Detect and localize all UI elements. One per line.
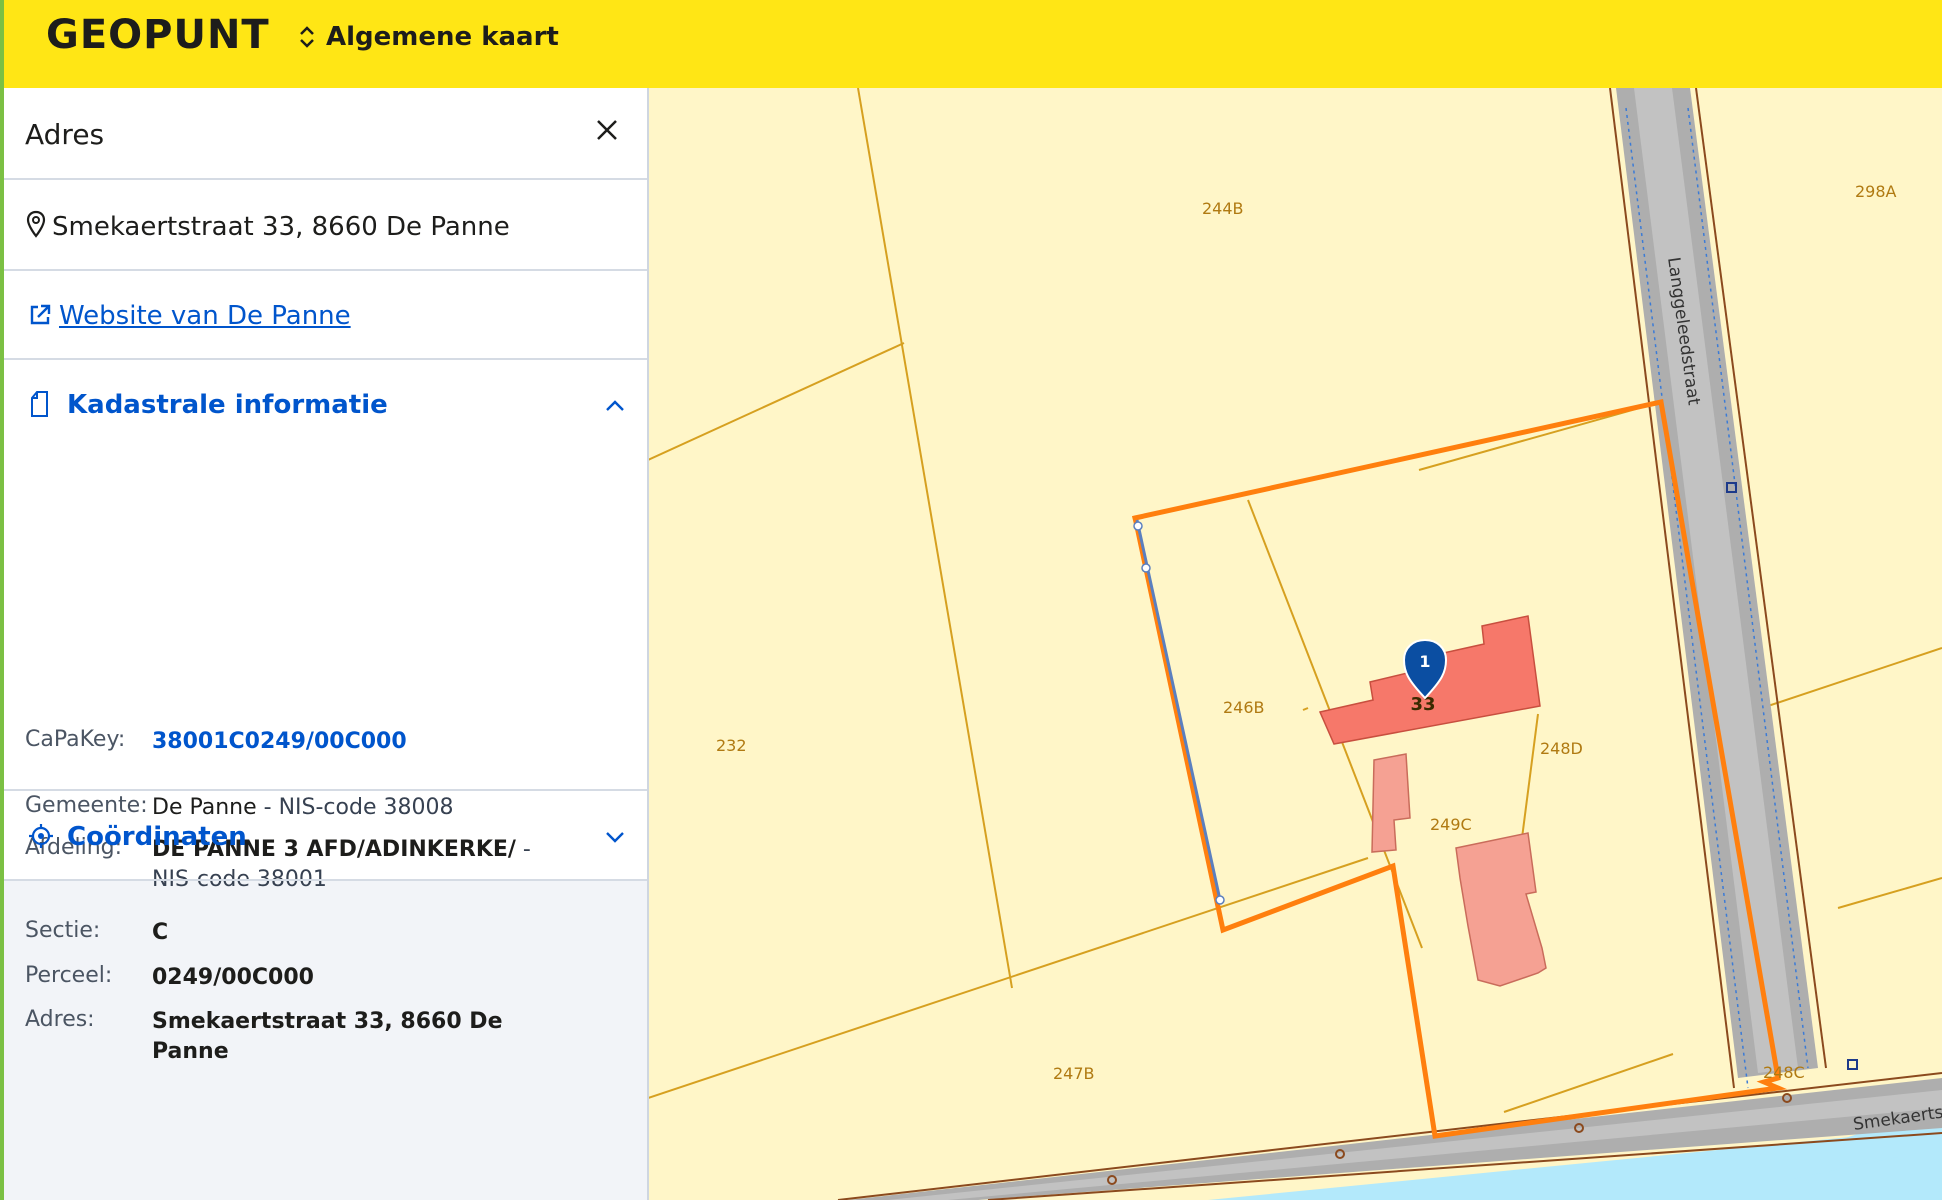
- marker-number: 1: [1419, 652, 1430, 671]
- left-edge-strip: [0, 0, 4, 1200]
- website-link[interactable]: Website van De Panne: [59, 301, 351, 331]
- document-icon: [31, 391, 48, 417]
- parcel-label: 249C: [1430, 815, 1472, 834]
- sectie-label: Sectie:: [25, 918, 101, 943]
- parcel-label: 247B: [1053, 1064, 1095, 1083]
- parcel-label: 244B: [1202, 199, 1244, 218]
- kadastrale-section: Kadastrale informatie CaPaKey: 38001C024…: [4, 360, 647, 1064]
- map-svg[interactable]: 244B 298A 232 246B 248D 249C 247B 248C L…: [648, 88, 1942, 1200]
- address-row: Smekaertstraat 33, 8660 De Panne: [4, 180, 647, 271]
- crosshair-icon: [29, 824, 53, 848]
- top-header: GEOPUNT Algemene kaart: [0, 0, 1942, 88]
- parcel-label: 232: [716, 736, 747, 755]
- kadastrale-title: Kadastrale informatie: [67, 390, 388, 420]
- address-text: Smekaertstraat 33, 8660 De Panne: [52, 212, 510, 242]
- capakey-value[interactable]: 38001C0249/00C000: [152, 727, 532, 757]
- external-link-icon: [30, 304, 51, 325]
- parcel-label: 248C: [1763, 1063, 1805, 1082]
- chevron-down-icon: [606, 832, 624, 843]
- adres-label: Adres:: [25, 1007, 95, 1032]
- chevron-up-down-icon: [300, 26, 314, 48]
- sectie-value: C: [152, 920, 169, 945]
- parcel-label: 246B: [1223, 698, 1265, 717]
- adres-value: Smekaertstraat 33, 8660 De Panne: [152, 1009, 503, 1064]
- parcel-label: 298A: [1855, 182, 1897, 201]
- close-icon[interactable]: [587, 110, 627, 150]
- capakey-label: CaPaKey:: [25, 727, 126, 752]
- panel-header: Adres: [4, 88, 647, 180]
- map-canvas[interactable]: 244B 298A 232 246B 248D 249C 247B 248C L…: [648, 88, 1942, 1200]
- kadastrale-toggle[interactable]: Kadastrale informatie: [4, 360, 647, 450]
- parcel-label: 248D: [1540, 739, 1583, 758]
- coordinaten-section[interactable]: Coördinaten: [4, 791, 647, 881]
- map-selector-button[interactable]: Algemene kaart: [298, 20, 559, 54]
- geopunt-logo[interactable]: GEOPUNT: [46, 12, 270, 58]
- website-row: Website van De Panne: [4, 271, 647, 360]
- panel-title: Adres: [25, 118, 105, 151]
- perceel-label: Perceel:: [25, 963, 113, 988]
- map-selector-label: Algemene kaart: [326, 22, 559, 52]
- chevron-up-icon: [606, 400, 624, 411]
- location-pin-icon: [26, 210, 46, 238]
- coordinaten-title: Coördinaten: [67, 822, 247, 852]
- perceel-value: 0249/00C000: [152, 965, 314, 990]
- address-panel: Adres Smekaertstraat 33, 8660 De Panne W…: [4, 88, 649, 1200]
